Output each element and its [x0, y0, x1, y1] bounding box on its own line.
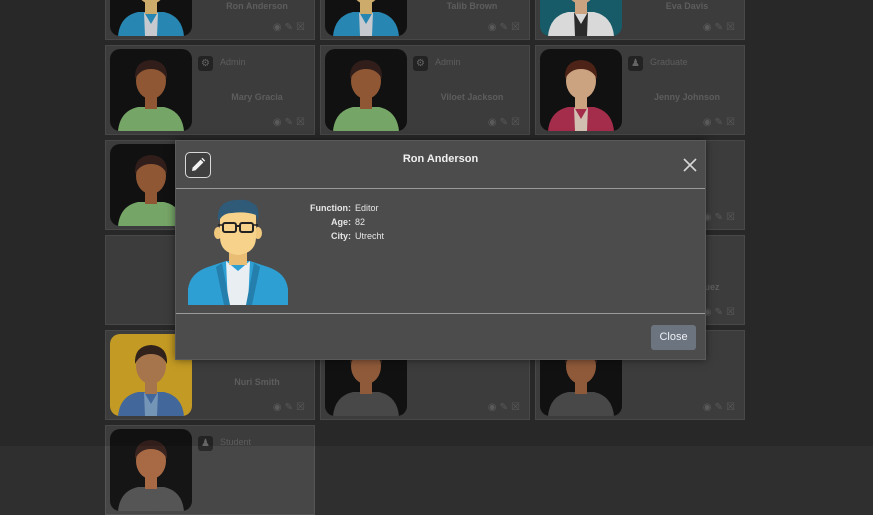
field-value: Utrecht [355, 231, 385, 241]
field-label: Age: [331, 217, 351, 227]
field-function: Function: Editor [276, 203, 379, 213]
modal-body: Function: Editor Age: 82 City: Utrecht [176, 189, 705, 314]
user-detail-modal: Ron Anderson Function: Editor Age: 82 Ci… [175, 140, 706, 360]
field-value: Editor [355, 203, 379, 213]
field-value: 82 [355, 217, 366, 227]
person-avatar-image [188, 199, 288, 305]
field-label: City: [331, 231, 351, 241]
close-button[interactable]: Close [651, 325, 696, 350]
modal-header: Ron Anderson [176, 141, 705, 189]
field-city: City: Utrecht [276, 231, 384, 241]
close-icon[interactable] [681, 156, 699, 174]
field-label: Function: [310, 203, 351, 213]
field-age: Age: 82 [276, 217, 365, 227]
modal-title: Ron Anderson [402, 153, 479, 165]
